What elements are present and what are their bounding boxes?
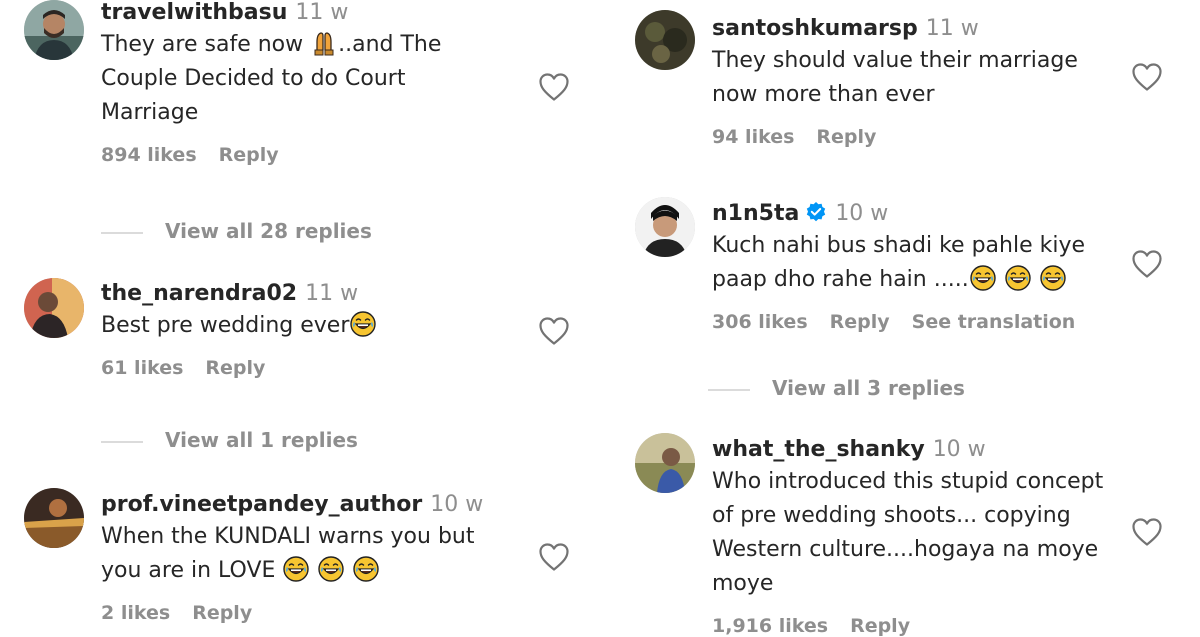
comment-item: prof.vineetpandey_author 10 w When the KU… <box>24 488 584 628</box>
reply-button[interactable]: Reply <box>850 615 910 637</box>
comment-text-part: paap dho rahe hain ..... <box>712 267 969 292</box>
comment-text-part: Who introduced this stupid concept <box>712 469 1104 494</box>
view-replies-button[interactable]: View all 1 replies <box>101 428 358 452</box>
comment-text-part: Couple Decided to do Court <box>101 66 406 91</box>
comment-time: 11 w <box>295 0 349 25</box>
replies-divider <box>101 231 143 234</box>
comment-text-part: you are in LOVE <box>101 558 276 583</box>
comment-text: They are safe now ..and The Couple Decid… <box>101 28 474 130</box>
view-replies-button[interactable]: View all 28 replies <box>101 219 372 243</box>
tears-of-joy-emoji <box>318 556 344 582</box>
comment-text-part: They should value their marriage <box>712 48 1078 73</box>
comment-time: 10 w <box>835 201 889 226</box>
comment-text-part: Kuch nahi bus shadi ke pahle kiye <box>712 233 1086 258</box>
comment-username[interactable]: n1n5ta <box>712 201 799 226</box>
comments-panel: travelwithbasu 11 w They are safe now ..a… <box>0 0 1200 637</box>
reply-button[interactable]: Reply <box>830 311 890 333</box>
see-translation-button[interactable]: See translation <box>912 311 1076 333</box>
view-replies-label: View all 3 replies <box>772 376 965 400</box>
tears-of-joy-emoji <box>353 556 379 582</box>
comment-item: n1n5ta 10 w Kuch nahi bus shadi ke pahle … <box>635 197 1175 412</box>
comment-username[interactable]: santoshkumarsp <box>712 16 918 41</box>
likes-count[interactable]: 894 likes <box>101 144 197 166</box>
avatar[interactable] <box>635 433 695 493</box>
comment-item: santoshkumarsp 11 w They should value the… <box>635 10 1175 180</box>
view-replies-label: View all 28 replies <box>165 219 372 243</box>
likes-count[interactable]: 306 likes <box>712 311 808 333</box>
comment-item: the_narendra02 11 w Best pre wedding ever… <box>24 278 584 468</box>
heart-outline-icon[interactable] <box>1131 249 1163 279</box>
view-replies-label: View all 1 replies <box>165 428 358 452</box>
comment-text-part: When the KUNDALI warns you but <box>101 524 475 549</box>
tears-of-joy-emoji <box>350 311 376 337</box>
avatar[interactable] <box>635 197 695 257</box>
likes-count[interactable]: 2 likes <box>101 602 170 624</box>
tears-of-joy-emoji <box>1040 265 1066 291</box>
heart-outline-icon[interactable] <box>538 316 570 346</box>
tears-of-joy-emoji <box>1005 265 1031 291</box>
comment-text-part: of pre wedding shoots... copying <box>712 503 1071 528</box>
replies-divider <box>708 388 750 391</box>
heart-outline-icon[interactable] <box>1131 517 1163 547</box>
reply-button[interactable]: Reply <box>816 126 876 148</box>
comment-username[interactable]: prof.vineetpandey_author <box>101 492 422 517</box>
comment-username[interactable]: what_the_shanky <box>712 437 925 462</box>
reply-button[interactable]: Reply <box>205 357 265 379</box>
comment-text-part: Marriage <box>101 100 199 125</box>
comment-text: They should value their marriage now mor… <box>712 44 1115 112</box>
comment-username[interactable]: travelwithbasu <box>101 0 287 25</box>
comment-time: 10 w <box>932 437 986 462</box>
tears-of-joy-emoji <box>970 265 996 291</box>
reply-button[interactable]: Reply <box>219 144 279 166</box>
comment-item: what_the_shanky 10 w Who introduced this … <box>635 433 1175 637</box>
reply-button[interactable]: Reply <box>192 602 252 624</box>
likes-count[interactable]: 94 likes <box>712 126 794 148</box>
comment-time: 10 w <box>430 492 484 517</box>
avatar[interactable] <box>24 488 84 548</box>
replies-divider <box>101 440 143 443</box>
tears-of-joy-emoji <box>283 556 309 582</box>
heart-outline-icon[interactable] <box>538 542 570 572</box>
comment-time: 11 w <box>305 281 359 306</box>
avatar[interactable] <box>635 10 695 70</box>
avatar[interactable] <box>24 278 84 338</box>
comment-text: Who introduced this stupid concept of pr… <box>712 465 1115 601</box>
comment-text-part: Best pre wedding ever <box>101 313 350 338</box>
comment-text-part: They are safe now <box>101 32 304 57</box>
comment-text: Kuch nahi bus shadi ke pahle kiye paap d… <box>712 229 1115 297</box>
comment-text: Best pre wedding ever <box>101 309 524 343</box>
verified-badge-icon <box>807 202 826 222</box>
view-replies-button[interactable]: View all 3 replies <box>708 376 965 400</box>
likes-count[interactable]: 1,916 likes <box>712 615 828 637</box>
hands-raised-emoji <box>311 30 337 56</box>
comment-text: When the KUNDALI warns you but you are i… <box>101 520 504 588</box>
comment-time: 11 w <box>925 16 979 41</box>
avatar[interactable] <box>24 0 84 60</box>
comment-text-part: moye <box>712 571 774 596</box>
heart-outline-icon[interactable] <box>1131 62 1163 92</box>
likes-count[interactable]: 61 likes <box>101 357 183 379</box>
comment-text-part: now more than ever <box>712 82 935 107</box>
comment-username[interactable]: the_narendra02 <box>101 281 297 306</box>
comment-text-part: Western culture....hogaya na moye <box>712 537 1099 562</box>
comment-item: travelwithbasu 11 w They are safe now ..a… <box>24 0 584 250</box>
heart-outline-icon[interactable] <box>538 72 570 102</box>
comment-text-part: ..and The <box>338 32 442 57</box>
